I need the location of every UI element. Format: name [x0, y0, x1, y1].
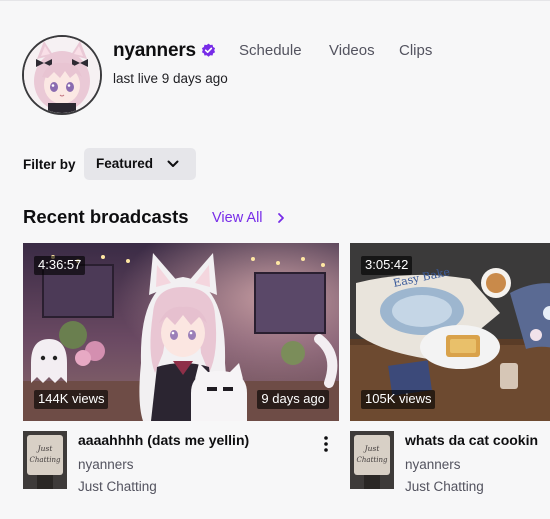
video-thumbnail[interactable]: 4:36:57 144K views 9 days ago [23, 243, 339, 421]
video-duration: 3:05:42 [361, 256, 413, 275]
tab-schedule[interactable]: Schedule [239, 42, 302, 59]
channel-videos-page: nyanners Schedule Videos Clips last live… [0, 0, 550, 519]
video-category-link[interactable]: Just Chatting [405, 479, 484, 494]
tab-videos[interactable]: Videos [329, 42, 375, 59]
video-title[interactable]: whats da cat cookin [405, 432, 538, 448]
category-box-art-image: Just Chatting [23, 431, 67, 489]
tab-clips[interactable]: Clips [399, 42, 432, 59]
more-options-icon[interactable] [319, 435, 333, 453]
video-category-link[interactable]: Just Chatting [78, 479, 157, 494]
video-channel-link[interactable]: nyanners [78, 457, 134, 472]
chevron-right-icon[interactable] [276, 212, 286, 224]
section-title: Recent broadcasts [23, 206, 189, 227]
category-box-art[interactable]: Just Chatting [23, 431, 67, 489]
filter-dropdown[interactable]: Featured [84, 148, 196, 180]
filter-selected-value: Featured [96, 156, 154, 171]
video-title[interactable]: aaaahhhh (dats me yellin) [78, 432, 249, 448]
verified-badge-icon [201, 43, 216, 57]
box-art-text: Just [363, 444, 381, 453]
box-art-text: Chatting [357, 456, 388, 464]
video-age: 9 days ago [257, 390, 329, 409]
video-thumbnail[interactable]: Easy Bake 3:05:42 105K views [350, 243, 550, 421]
video-views: 144K views [34, 390, 109, 409]
chevron-down-icon [167, 160, 179, 167]
video-duration: 4:36:57 [34, 256, 86, 275]
category-box-art[interactable]: Just Chatting [350, 431, 394, 489]
box-art-text: Just [36, 444, 54, 453]
category-box-art-image: Just Chatting [350, 431, 394, 489]
avatar-image [24, 37, 100, 113]
video-channel-link[interactable]: nyanners [405, 457, 461, 472]
filter-label: Filter by [23, 157, 76, 172]
avatar[interactable] [22, 35, 102, 115]
box-art-text: Chatting [30, 456, 61, 464]
video-views: 105K views [361, 390, 436, 409]
last-live-status: last live 9 days ago [113, 71, 228, 86]
channel-name[interactable]: nyanners [113, 40, 196, 62]
view-all-link[interactable]: View All [212, 210, 263, 226]
